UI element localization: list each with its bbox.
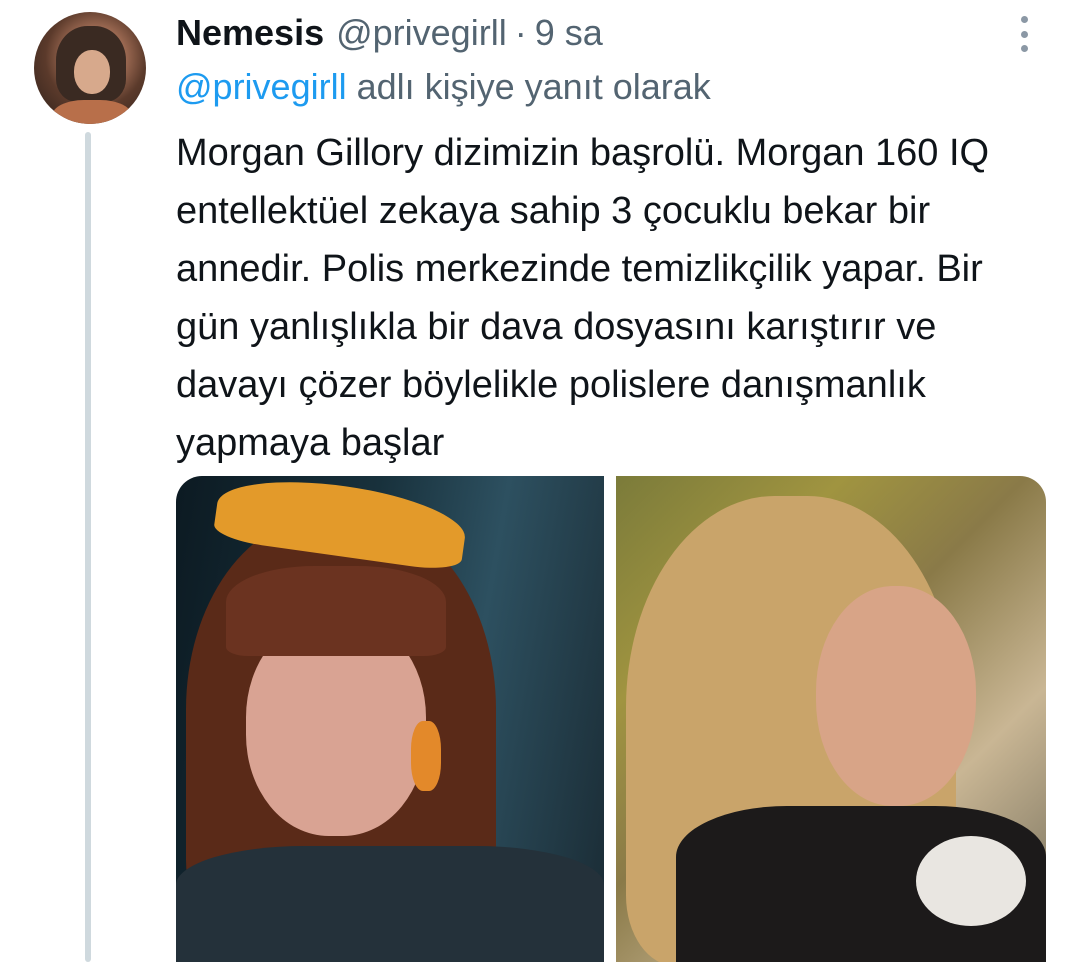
tweet-text: Morgan Gillory dizimizin başrolü. Morgan… bbox=[176, 132, 990, 464]
photo-right-face bbox=[816, 586, 976, 806]
tweet-header: Nemesis @privegirll · 9 sa bbox=[176, 8, 603, 58]
separator-dot: · bbox=[514, 12, 527, 53]
author-handle[interactable]: @privegirll bbox=[336, 12, 507, 54]
photo-left-earring bbox=[411, 721, 441, 791]
tweet-card[interactable]: Nemesis @privegirll · 9 sa @privegirll a… bbox=[0, 0, 1080, 962]
reply-context: @privegirll adlı kişiye yanıt olarak bbox=[176, 66, 711, 108]
tweet-timestamp[interactable]: 9 sa bbox=[535, 12, 603, 54]
photo-left-bangs bbox=[226, 566, 446, 656]
reply-mention-link[interactable]: @privegirll bbox=[176, 66, 347, 107]
media-photo-left[interactable] bbox=[176, 476, 604, 962]
avatar[interactable] bbox=[34, 12, 146, 124]
thread-line bbox=[85, 132, 91, 962]
photo-left-jacket bbox=[176, 846, 604, 962]
tweet-media-grid bbox=[176, 476, 1046, 962]
more-dot bbox=[1020, 30, 1028, 38]
media-photo-right[interactable] bbox=[616, 476, 1046, 962]
more-options-icon[interactable] bbox=[1010, 14, 1038, 54]
author-name[interactable]: Nemesis bbox=[176, 12, 324, 54]
more-dot bbox=[1020, 16, 1028, 23]
photo-right-fur-collar bbox=[916, 836, 1026, 926]
avatar-shirt bbox=[52, 100, 132, 124]
reply-context-label: adlı kişiye yanıt olarak bbox=[346, 66, 711, 107]
more-dot bbox=[1020, 45, 1028, 52]
avatar-face bbox=[74, 50, 110, 94]
